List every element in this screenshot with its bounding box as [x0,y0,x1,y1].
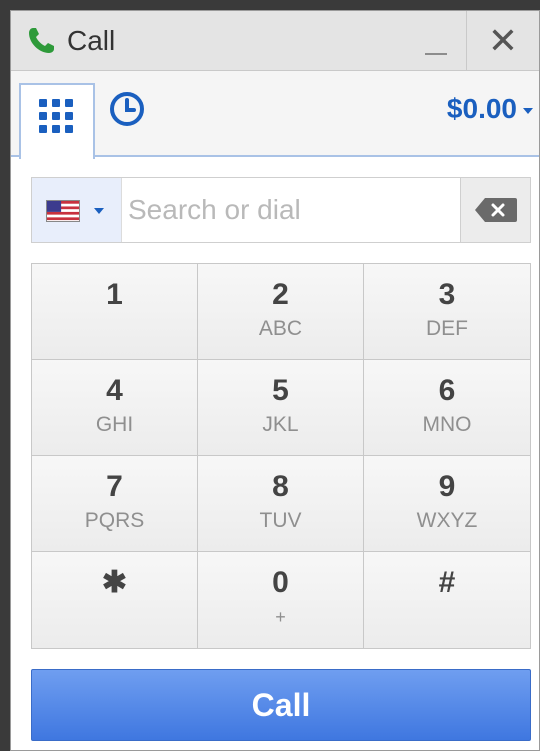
clock-icon[interactable] [107,89,147,129]
key-3[interactable]: 3 DEF [364,264,530,360]
key-6[interactable]: 6 MNO [364,360,530,456]
key-digit: 8 [272,470,289,503]
key-digit: 3 [438,278,456,311]
us-flag-icon [46,200,80,222]
key-letters: GHI [95,413,134,436]
credit-balance: $0.00 [446,93,517,124]
key-0[interactable]: 0 + [198,552,364,648]
key-digit: 5 [272,374,289,407]
key-letters: JKL [262,413,299,436]
chevron-down-icon [523,107,533,114]
key-digit: 0 [272,566,289,599]
key-2[interactable]: 2 ABC [198,264,364,360]
key-star[interactable]: ✱ [32,552,198,648]
key-letters: + [275,607,286,627]
close-button[interactable]: ✕ [467,11,539,71]
title-bar[interactable]: Call ✕ [11,11,539,71]
minimize-button[interactable] [407,11,467,71]
call-button[interactable]: Call [31,669,531,741]
keypad-icon [39,99,73,133]
phone-icon [29,28,54,53]
backspace-icon [475,198,517,222]
key-digit: 1 [106,278,123,311]
chevron-down-icon [94,208,104,214]
key-letters: MNO [422,413,472,436]
key-digit: 7 [106,470,123,503]
key-digit: ✱ [101,566,128,599]
key-8[interactable]: 8 TUV [198,456,364,552]
key-letters: PQRS [84,509,145,532]
key-1[interactable]: 1 [32,264,198,360]
dial-keypad: 1 2 ABC 3 DEF 4 GHI 5 JKL 6 MNO 7 PQRS 8 [31,263,531,649]
key-5[interactable]: 5 JKL [198,360,364,456]
call-window: Call ✕ $0.00 Search or dial 1 2 ABC 3 DE… [10,10,540,751]
key-digit: 2 [272,278,289,311]
tab-bar: $0.00 [11,71,539,159]
key-digit: 4 [106,374,123,407]
backspace-button[interactable] [460,178,530,242]
key-digit: # [438,566,456,599]
country-selector[interactable] [32,178,122,242]
key-letters: TUV [259,509,302,532]
key-9[interactable]: 9 WXYZ [364,456,530,552]
key-4[interactable]: 4 GHI [32,360,198,456]
key-letters: WXYZ [416,509,478,532]
key-letters: ABC [258,317,303,340]
key-letters: DEF [426,317,468,340]
dial-row [31,177,531,243]
key-digit: 9 [438,470,456,503]
credit-balance-dropdown[interactable]: $0.00 [447,93,533,125]
key-hash[interactable]: # [364,552,530,648]
tab-keypad[interactable] [19,83,95,159]
window-title: Call [67,25,116,56]
key-7[interactable]: 7 PQRS [32,456,198,552]
key-digit: 6 [438,374,456,407]
search-or-dial-input[interactable] [124,178,458,242]
